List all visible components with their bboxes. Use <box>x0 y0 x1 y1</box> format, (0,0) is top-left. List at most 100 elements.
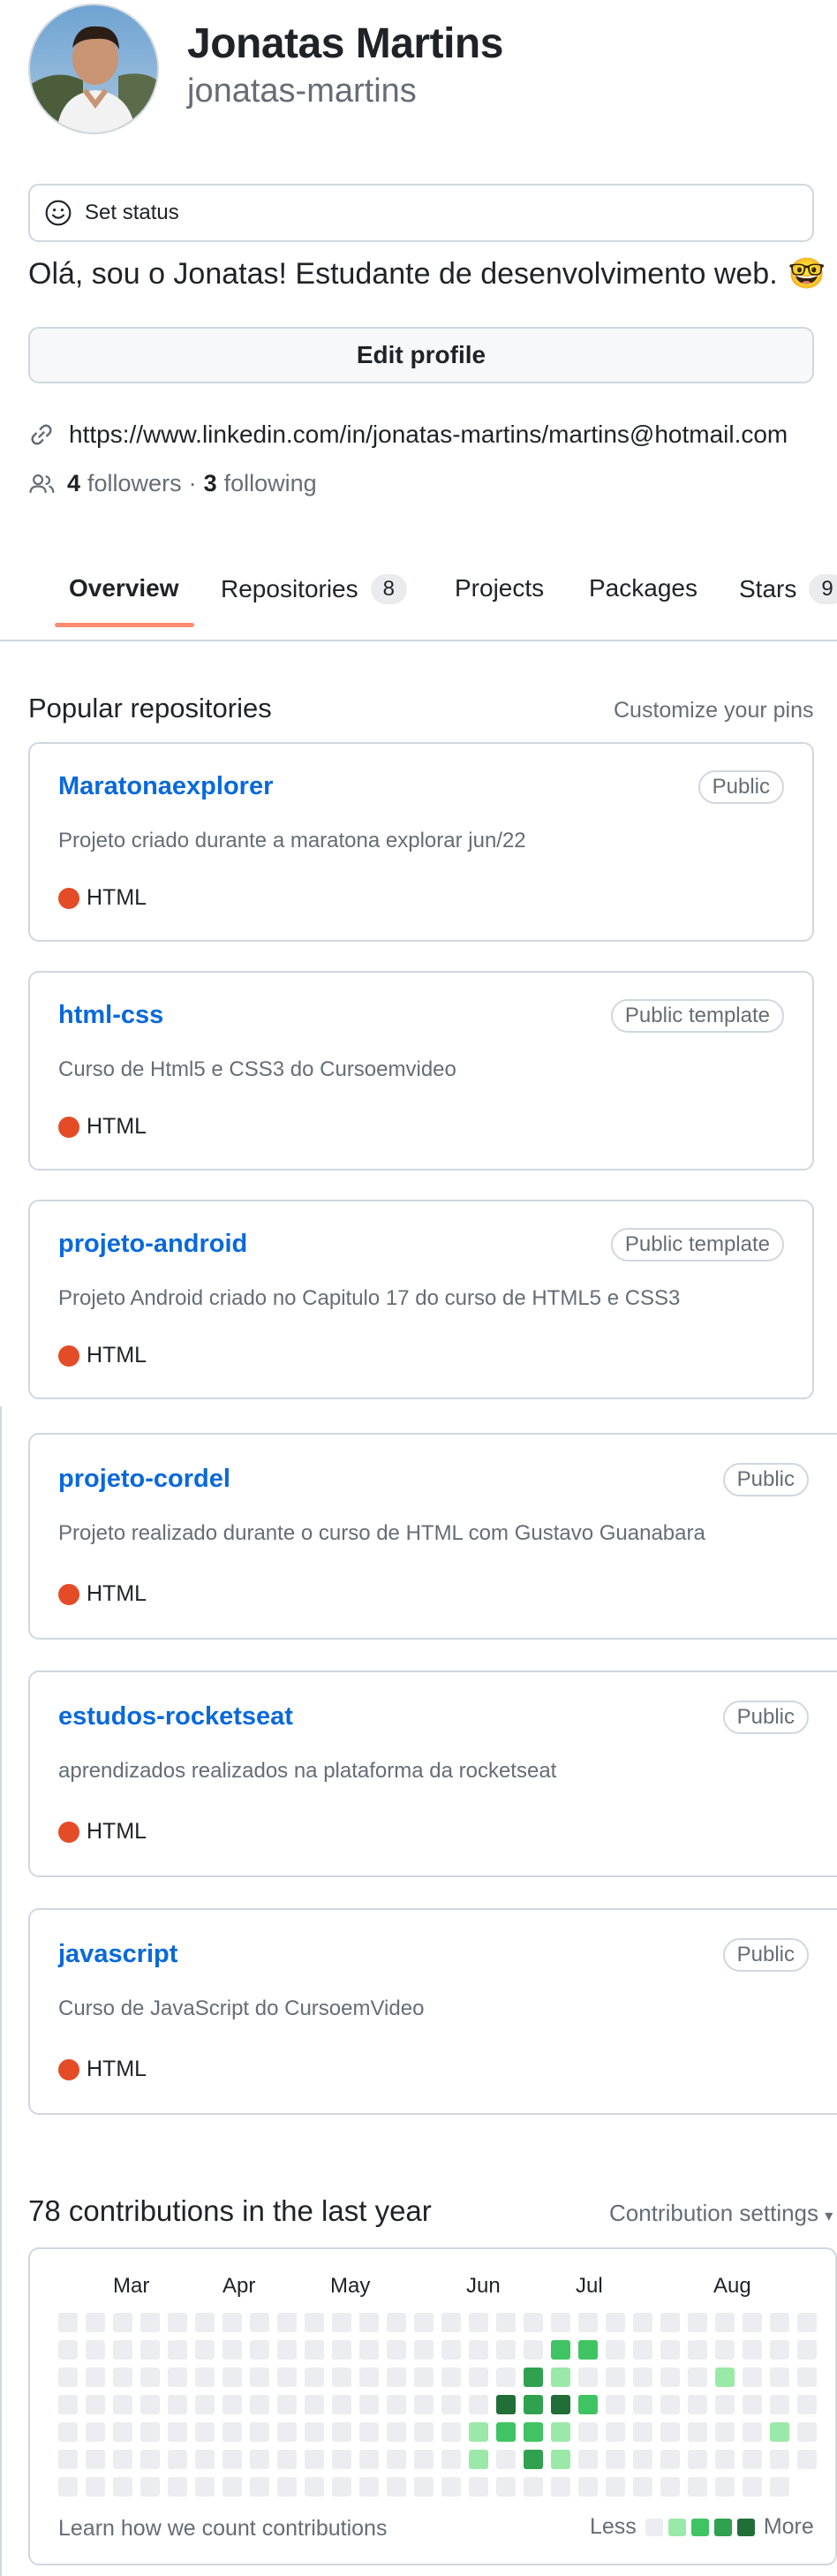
contribution-day[interactable] <box>578 2340 598 2360</box>
contribution-day[interactable] <box>770 2422 789 2442</box>
contribution-day[interactable] <box>688 2450 707 2469</box>
contribution-day[interactable] <box>58 2477 78 2496</box>
contribution-day[interactable] <box>140 2395 160 2414</box>
contribution-day[interactable] <box>524 2313 543 2332</box>
contribution-day[interactable] <box>222 2477 242 2496</box>
contribution-day[interactable] <box>715 2340 735 2360</box>
contribution-day[interactable] <box>660 2422 680 2442</box>
contribution-day[interactable] <box>277 2368 297 2387</box>
contribution-day[interactable] <box>660 2395 680 2414</box>
contribution-day[interactable] <box>414 2340 434 2360</box>
contribution-day[interactable] <box>660 2368 680 2387</box>
contribution-day[interactable] <box>524 2340 543 2360</box>
contribution-day[interactable] <box>305 2422 324 2442</box>
contribution-day[interactable] <box>797 2395 817 2414</box>
contribution-day[interactable] <box>195 2340 215 2360</box>
contribution-day[interactable] <box>359 2422 379 2442</box>
contribution-day[interactable] <box>250 2395 269 2414</box>
contribution-day[interactable] <box>606 2395 625 2414</box>
contribution-day[interactable] <box>86 2340 105 2360</box>
contribution-day[interactable] <box>113 2422 132 2442</box>
contribution-day[interactable] <box>86 2368 105 2387</box>
contribution-day[interactable] <box>222 2395 242 2414</box>
contribution-day[interactable] <box>660 2340 680 2360</box>
contribution-day[interactable] <box>414 2450 434 2469</box>
contribution-day[interactable] <box>469 2477 488 2496</box>
contribution-day[interactable] <box>305 2395 324 2414</box>
contribution-day[interactable] <box>606 2422 625 2442</box>
contribution-day[interactable] <box>606 2477 625 2496</box>
contribution-day[interactable] <box>168 2422 187 2442</box>
contribution-day[interactable] <box>606 2340 625 2360</box>
contribution-day[interactable] <box>195 2450 215 2469</box>
contribution-day[interactable] <box>250 2477 269 2496</box>
contribution-day[interactable] <box>58 2368 78 2387</box>
contribution-day[interactable] <box>86 2477 105 2496</box>
contribution-day[interactable] <box>414 2313 434 2332</box>
tab-stars[interactable]: Stars 9 <box>739 574 837 604</box>
contribution-day[interactable] <box>250 2340 269 2360</box>
repo-name-link[interactable]: estudos-rocketseat <box>58 1702 293 1731</box>
contribution-day[interactable] <box>469 2395 488 2414</box>
contribution-day[interactable] <box>469 2422 488 2442</box>
contribution-day[interactable] <box>496 2340 516 2360</box>
contribution-day[interactable] <box>797 2340 817 2360</box>
contribution-day[interactable] <box>551 2450 570 2469</box>
contribution-day[interactable] <box>222 2313 242 2332</box>
contribution-day[interactable] <box>688 2395 707 2414</box>
contribution-day[interactable] <box>113 2477 132 2496</box>
contribution-day[interactable] <box>496 2422 516 2442</box>
contribution-day[interactable] <box>524 2395 543 2414</box>
contribution-day[interactable] <box>633 2450 652 2469</box>
contribution-day[interactable] <box>113 2450 132 2469</box>
contribution-day[interactable] <box>524 2450 543 2469</box>
contribution-day[interactable] <box>633 2477 652 2496</box>
contribution-day[interactable] <box>578 2422 598 2442</box>
contribution-day[interactable] <box>414 2368 434 2387</box>
contribution-day[interactable] <box>140 2422 160 2442</box>
contribution-day[interactable] <box>551 2340 570 2360</box>
contribution-day[interactable] <box>277 2477 297 2496</box>
contribution-day[interactable] <box>58 2395 78 2414</box>
contribution-day[interactable] <box>633 2422 652 2442</box>
contribution-day[interactable] <box>496 2477 516 2496</box>
contribution-day[interactable] <box>578 2368 598 2387</box>
contribution-day[interactable] <box>359 2340 379 2360</box>
contribution-day[interactable] <box>770 2450 789 2469</box>
contribution-day[interactable] <box>277 2450 297 2469</box>
contribution-day[interactable] <box>86 2313 105 2332</box>
contribution-day[interactable] <box>332 2368 351 2387</box>
followers-label[interactable]: followers <box>87 470 182 497</box>
contribution-day[interactable] <box>140 2313 160 2332</box>
contribution-day[interactable] <box>359 2450 379 2469</box>
contribution-day[interactable] <box>743 2340 762 2360</box>
contribution-day[interactable] <box>524 2368 543 2387</box>
contribution-day[interactable] <box>359 2477 379 2496</box>
avatar[interactable] <box>28 4 159 134</box>
edit-profile-button[interactable]: Edit profile <box>28 327 814 383</box>
contribution-day[interactable] <box>195 2422 215 2442</box>
contribution-day[interactable] <box>660 2477 680 2496</box>
contribution-day[interactable] <box>305 2450 324 2469</box>
contribution-day[interactable] <box>797 2313 817 2332</box>
contribution-day[interactable] <box>770 2340 789 2360</box>
repo-name-link[interactable]: html-css <box>58 1001 163 1030</box>
contribution-day[interactable] <box>606 2313 625 2332</box>
contribution-day[interactable] <box>715 2450 735 2469</box>
contribution-day[interactable] <box>770 2395 789 2414</box>
contribution-day[interactable] <box>715 2313 735 2332</box>
contribution-day[interactable] <box>743 2368 762 2387</box>
contribution-day[interactable] <box>250 2368 269 2387</box>
contribution-day[interactable] <box>688 2368 707 2387</box>
contribution-day[interactable] <box>387 2340 406 2360</box>
contribution-day[interactable] <box>277 2340 297 2360</box>
contribution-day[interactable] <box>441 2395 461 2414</box>
contribution-day[interactable] <box>332 2340 351 2360</box>
repo-name-link[interactable]: projeto-cordel <box>58 1465 230 1494</box>
contribution-day[interactable] <box>113 2368 132 2387</box>
contribution-day[interactable] <box>58 2422 78 2442</box>
contribution-day[interactable] <box>578 2313 598 2332</box>
contribution-day[interactable] <box>140 2477 160 2496</box>
repo-name-link[interactable]: javascript <box>58 1940 177 1969</box>
contribution-day[interactable] <box>715 2368 735 2387</box>
